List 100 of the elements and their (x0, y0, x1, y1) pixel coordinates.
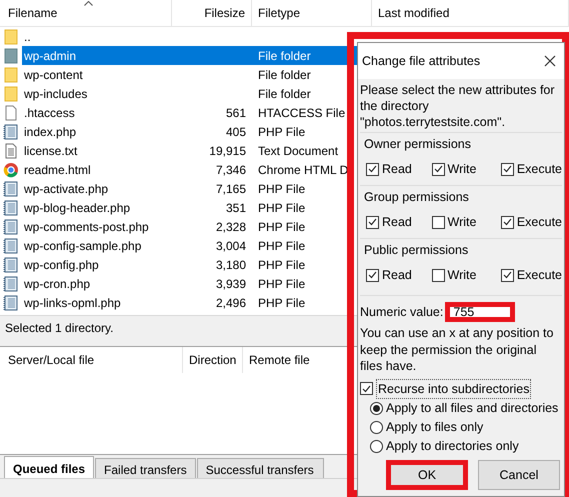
file-type: HTACCESS File (258, 106, 346, 120)
tab[interactable]: Queued files (4, 456, 94, 478)
tab[interactable]: Failed transfers (95, 458, 196, 478)
check-icon (368, 271, 377, 279)
status-text: Selected 1 directory. (5, 320, 114, 336)
check-icon (502, 271, 512, 279)
checkbox-label: Read (382, 160, 412, 178)
checkbox-label: Write (448, 266, 476, 284)
file-type: File folder (258, 86, 311, 100)
check-icon (368, 165, 377, 173)
folder-icon (4, 86, 18, 102)
file-name: wp-cron.php (24, 276, 90, 290)
file-size: 19,915 (209, 144, 246, 158)
group-title: Owner permissions (363, 136, 471, 153)
script-file-icon (3, 180, 19, 196)
checkbox[interactable] (366, 268, 379, 282)
checkbox-label: Execute (516, 160, 562, 178)
file-type: PHP File (258, 220, 306, 234)
file-name: readme.html (24, 162, 91, 176)
file-icon (4, 104, 18, 120)
file-name: wp-admin (24, 48, 76, 62)
numeric-value-field[interactable]: 755 (445, 302, 516, 322)
checkbox[interactable] (432, 268, 444, 282)
browser-icon (3, 162, 19, 178)
file-name: .. (24, 30, 31, 44)
checkbox[interactable] (366, 216, 379, 228)
file-size: 3,180 (216, 258, 246, 272)
radio-label: Apply to directories only (386, 438, 519, 456)
checkbox-label: Execute (516, 214, 562, 231)
checkbox-label: Write (448, 160, 476, 178)
checkbox[interactable] (500, 216, 514, 228)
folder-icon (4, 66, 18, 82)
checkbox[interactable] (432, 216, 444, 228)
checkbox[interactable] (360, 382, 373, 396)
folder-icon (4, 28, 18, 44)
checkbox[interactable] (432, 162, 444, 176)
checkbox-label: Execute (516, 266, 562, 284)
radio-button[interactable] (370, 440, 383, 454)
file-name: wp-blog-header.php (24, 200, 130, 214)
checkbox-label: Write (448, 214, 476, 231)
dialog-button[interactable]: OK (386, 460, 468, 490)
check-icon (502, 218, 512, 226)
radio-label: Apply to all files and directories (386, 400, 558, 418)
file-name: wp-includes (24, 86, 88, 100)
script-file-icon (3, 256, 19, 272)
file-type: Text Document (258, 144, 338, 158)
radio-label: Apply to files only (386, 419, 484, 436)
field-label: Numeric value: (360, 304, 444, 321)
file-size: 7,165 (216, 182, 246, 196)
check-icon (434, 165, 442, 173)
file-type: PHP File (258, 182, 306, 196)
file-type: PHP File (258, 124, 306, 138)
group-title: Public permissions (363, 242, 468, 259)
dialog-button[interactable]: Cancel (478, 460, 560, 490)
file-name: index.php (24, 124, 76, 138)
close-icon[interactable] (544, 55, 556, 67)
hint-text: You can use an x at any position to keep the permission the original files have. (360, 325, 554, 374)
check-icon (502, 165, 512, 173)
folder-icon (4, 48, 18, 64)
file-type: File folder (258, 68, 311, 82)
file-size: 561 (226, 106, 246, 120)
column-header[interactable]: Filename (8, 4, 58, 22)
file-type: PHP File (258, 238, 306, 252)
group-title: Group permissions (363, 189, 469, 206)
file-size: 405 (226, 124, 246, 138)
column-header[interactable]: Remote file (249, 351, 310, 369)
file-type: PHP File (258, 258, 306, 272)
file-type: PHP File (258, 296, 306, 310)
checkbox-label: Read (382, 214, 412, 231)
column-header[interactable]: Filesize (204, 4, 245, 22)
file-size: 2,496 (216, 296, 246, 310)
file-name: wp-activate.php (24, 182, 108, 196)
column-header[interactable]: Filetype (258, 4, 300, 22)
script-file-icon (3, 238, 19, 254)
file-size: 2,328 (216, 220, 246, 234)
checkbox[interactable] (500, 268, 514, 282)
file-name: .htaccess (24, 106, 75, 120)
tab[interactable]: Successful transfers (196, 458, 324, 478)
radio-button[interactable] (370, 421, 383, 434)
file-name: wp-comments-post.php (24, 220, 149, 234)
script-file-icon (3, 200, 19, 216)
file-name: wp-content (24, 68, 83, 82)
file-type: File folder (258, 48, 311, 62)
column-header[interactable]: Last modified (378, 4, 450, 22)
column-header[interactable]: Direction (189, 351, 236, 369)
file-name: wp-config.php (24, 258, 99, 272)
file-type: PHP File (258, 200, 306, 214)
check-icon (362, 384, 371, 393)
file-name: wp-links-opml.php (24, 296, 121, 310)
checkbox-label: Recurse into subdirectories (376, 378, 532, 400)
file-size: 351 (226, 200, 246, 214)
checkbox-label: Read (382, 266, 412, 284)
checkbox[interactable] (366, 162, 379, 176)
radio-button[interactable] (370, 402, 383, 416)
file-size: 3,939 (216, 276, 246, 290)
column-header[interactable]: Server/Local file (8, 351, 94, 369)
text-file-icon (4, 142, 18, 158)
script-file-icon (3, 218, 19, 234)
file-size: 7,346 (216, 162, 246, 176)
checkbox[interactable] (500, 162, 514, 176)
